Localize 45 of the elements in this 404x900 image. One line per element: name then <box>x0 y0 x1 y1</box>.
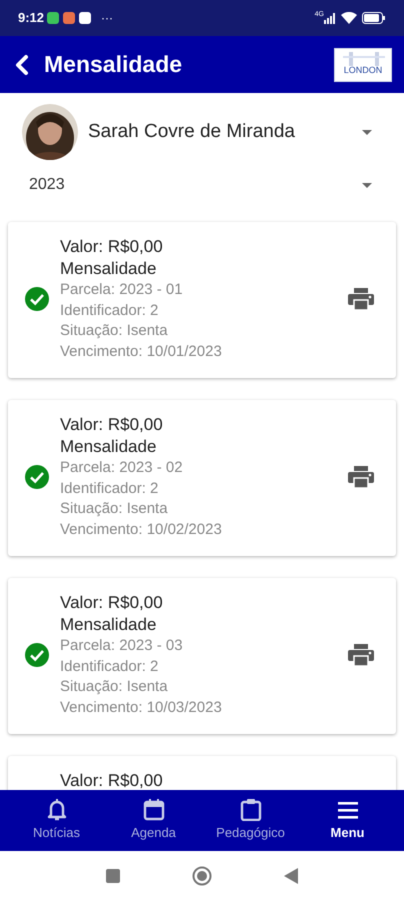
clipboard-icon <box>240 798 262 821</box>
print-icon[interactable] <box>348 644 374 666</box>
wifi-icon <box>341 12 357 24</box>
year-select[interactable]: 2023 <box>29 173 65 197</box>
installment-value: Valor: R$0,00 <box>60 592 164 614</box>
status-time: 9:12 <box>18 9 44 28</box>
installment-type: Mensalidade <box>60 436 158 458</box>
nav-tab[interactable]: Notícias <box>12 798 102 842</box>
app-notification-icon <box>63 12 76 24</box>
battery-icon <box>362 12 386 24</box>
installment-identificador: Identificador: 2 <box>60 300 160 320</box>
installment-vencimento: Vencimento: 10/02/2023 <box>60 520 223 540</box>
bell-icon <box>46 798 68 821</box>
dropdown-icon[interactable] <box>362 130 372 134</box>
installment-type: Mensalidade <box>60 258 158 280</box>
calendar-icon <box>142 798 164 821</box>
installment-value: Valor: R$0,00 <box>60 414 164 436</box>
app-notification-icon <box>47 12 60 24</box>
nav-tab[interactable]: Menu <box>302 798 392 842</box>
school-logo: LONDON <box>334 48 392 82</box>
installment-situacao: Situação: Isenta <box>60 499 169 519</box>
installment-situacao: Situação: Isenta <box>60 677 169 697</box>
nav-tab[interactable]: Agenda <box>108 798 198 842</box>
installment-situacao: Situação: Isenta <box>60 321 169 341</box>
recent-apps-icon[interactable] <box>106 868 120 882</box>
print-icon[interactable] <box>348 466 374 488</box>
student-select[interactable]: Sarah Covre de Miranda <box>88 118 295 146</box>
page-title: Mensalidade <box>44 50 182 80</box>
installment-parcela: Parcela: 2023 - 02 <box>60 458 184 478</box>
home-icon[interactable] <box>192 866 212 886</box>
installment-vencimento: Vencimento: 10/01/2023 <box>60 342 223 362</box>
installment-type: Mensalidade <box>60 614 158 636</box>
dropdown-icon[interactable] <box>362 182 372 188</box>
installment-parcela: Parcela: 2023 - 01 <box>60 280 184 300</box>
installment-identificador: Identificador: 2 <box>60 656 160 676</box>
installment-vencimento: Vencimento: 10/03/2023 <box>60 698 223 718</box>
nav-tab[interactable]: Pedagógico <box>206 798 296 842</box>
installment-value: Valor: R$0,00 <box>60 236 164 258</box>
installment-identificador: Identificador: 2 <box>60 478 160 498</box>
signal-icon <box>324 12 336 24</box>
more-notifications: ··· <box>101 10 114 27</box>
installment-parcela: Parcela: 2023 - 03 <box>60 636 184 656</box>
print-icon[interactable] <box>348 288 374 310</box>
installment-value: Valor: R$0,00 <box>60 770 164 790</box>
app-notification-icon <box>79 12 92 24</box>
